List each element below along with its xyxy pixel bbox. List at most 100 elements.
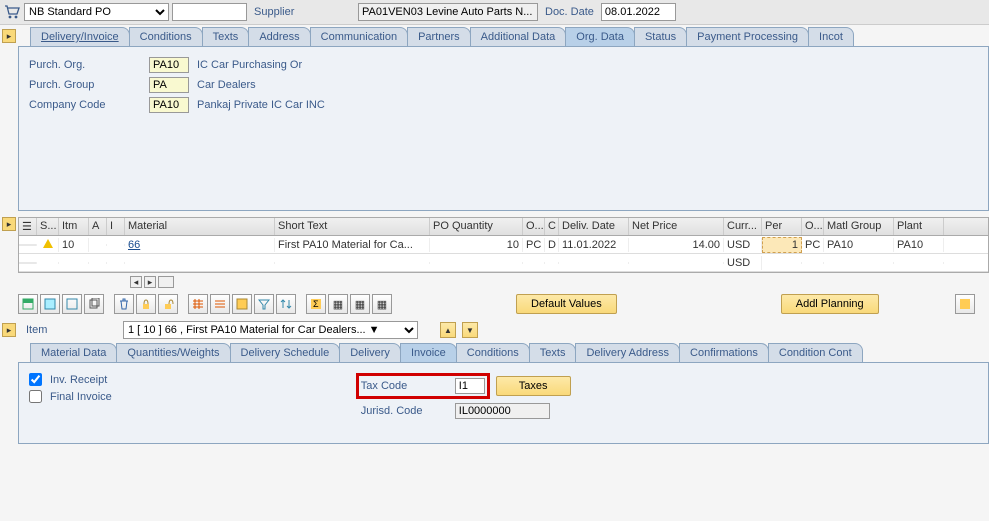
tab-item-conditions[interactable]: Conditions — [456, 343, 530, 362]
col-per[interactable]: Per — [762, 218, 802, 235]
inv-receipt-label: Inv. Receipt — [46, 374, 111, 386]
tab-address[interactable]: Address — [248, 27, 310, 46]
default-values-button[interactable]: Default Values — [516, 294, 617, 314]
final-invoice-checkbox-row[interactable]: Final Invoice — [29, 390, 116, 403]
col-status[interactable]: S... — [37, 218, 59, 235]
grid-scrollbar: ◂ ▸ — [0, 273, 989, 291]
tab-texts[interactable]: Texts — [202, 27, 250, 46]
grid-button-1[interactable] — [188, 294, 208, 314]
company-code-label: Company Code — [29, 99, 149, 111]
extra-button-2[interactable]: ▦ — [350, 294, 370, 314]
filter-button[interactable] — [254, 294, 274, 314]
col-ounit[interactable]: O... — [523, 218, 545, 235]
items-expand-button[interactable]: ▸ — [2, 217, 16, 231]
delete-button[interactable] — [114, 294, 134, 314]
unlock-button[interactable] — [158, 294, 178, 314]
org-data-panel: Purch. Org. IC Car Purchasing Or Purch. … — [18, 46, 989, 211]
inv-receipt-checkbox[interactable] — [29, 373, 42, 386]
tab-additional-data[interactable]: Additional Data — [470, 27, 567, 46]
header-tabs: Delivery/Invoice Conditions Texts Addres… — [30, 27, 989, 46]
item-detail-expand-button[interactable]: ▸ — [2, 323, 16, 337]
col-short-text[interactable]: Short Text — [275, 218, 430, 235]
item-prev-button[interactable]: ▲ — [440, 322, 456, 338]
tax-code-label: Tax Code — [361, 380, 449, 392]
doc-date-field[interactable] — [601, 3, 676, 21]
item-selector-dropdown[interactable]: 1 [ 10 ] 66 , First PA10 Material for Ca… — [123, 321, 418, 339]
extra-button-3[interactable]: ▦ — [372, 294, 392, 314]
inv-receipt-checkbox-row[interactable]: Inv. Receipt — [29, 373, 116, 386]
layout-button[interactable] — [232, 294, 252, 314]
grid-button-2[interactable] — [210, 294, 230, 314]
table-row[interactable]: USD — [19, 254, 988, 272]
tax-code-field[interactable] — [455, 378, 485, 394]
lock-button[interactable] — [136, 294, 156, 314]
col-deliv-date[interactable]: Deliv. Date — [559, 218, 629, 235]
company-code-field[interactable] — [149, 97, 189, 113]
tab-confirmations[interactable]: Confirmations — [679, 343, 769, 362]
col-curr[interactable]: Curr... — [724, 218, 762, 235]
tab-invoice[interactable]: Invoice — [400, 343, 457, 362]
deselect-button[interactable] — [62, 294, 82, 314]
scroll-track[interactable] — [158, 276, 174, 288]
col-matl-group[interactable]: Matl Group — [824, 218, 894, 235]
tab-conditions[interactable]: Conditions — [129, 27, 203, 46]
tab-delivery-address[interactable]: Delivery Address — [575, 343, 680, 362]
tab-condition-control[interactable]: Condition Cont — [768, 343, 863, 362]
tab-material-data[interactable]: Material Data — [30, 343, 117, 362]
item-selector-row: ▸ Item 1 [ 10 ] 66 , First PA10 Material… — [0, 317, 989, 343]
final-invoice-checkbox[interactable] — [29, 390, 42, 403]
settings-button[interactable] — [955, 294, 975, 314]
col-i[interactable]: I — [107, 218, 125, 235]
sum-button[interactable]: Σ — [306, 294, 326, 314]
extra-button-1[interactable]: ▦ — [328, 294, 348, 314]
svg-text:Σ: Σ — [313, 299, 319, 309]
tab-communication[interactable]: Communication — [310, 27, 408, 46]
tab-delivery-invoice[interactable]: Delivery/Invoice — [30, 27, 130, 46]
col-selector[interactable]: ☰ — [19, 218, 37, 235]
table-row[interactable]: 10 66 First PA10 Material for Ca... 10 P… — [19, 236, 988, 254]
col-itm[interactable]: Itm — [59, 218, 89, 235]
tab-partners[interactable]: Partners — [407, 27, 471, 46]
purch-group-field[interactable] — [149, 77, 189, 93]
purch-org-label: Purch. Org. — [29, 59, 149, 71]
addl-planning-button[interactable]: Addl Planning — [781, 294, 879, 314]
doc-date-label: Doc. Date — [541, 6, 598, 18]
item-label: Item — [22, 324, 117, 336]
col-ounit2[interactable]: O... — [802, 218, 824, 235]
grid-header: ☰ S... Itm A I Material Short Text PO Qu… — [19, 218, 988, 236]
tab-delivery-schedule[interactable]: Delivery Schedule — [230, 343, 341, 362]
copy-button[interactable] — [84, 294, 104, 314]
tab-delivery[interactable]: Delivery — [339, 343, 401, 362]
supplier-field[interactable] — [358, 3, 538, 21]
col-material[interactable]: Material — [125, 218, 275, 235]
taxes-button[interactable]: Taxes — [496, 376, 571, 396]
tab-incoterms[interactable]: Incot — [808, 27, 854, 46]
material-link[interactable]: 66 — [128, 239, 140, 251]
header-toolbar: NB Standard PO Supplier Doc. Date — [0, 0, 989, 25]
items-grid: ☰ S... Itm A I Material Short Text PO Qu… — [18, 217, 989, 273]
col-po-qty[interactable]: PO Quantity — [430, 218, 523, 235]
jurisd-code-field[interactable] — [455, 403, 550, 419]
company-code-desc: Pankaj Private IC Car INC — [197, 99, 325, 111]
cart-icon[interactable] — [3, 3, 21, 21]
scroll-right-button[interactable]: ▸ — [144, 276, 156, 288]
tab-payment-processing[interactable]: Payment Processing — [686, 27, 809, 46]
scroll-left-button[interactable]: ◂ — [130, 276, 142, 288]
select-all-button[interactable] — [40, 294, 60, 314]
col-net-price[interactable]: Net Price — [629, 218, 724, 235]
po-number-input[interactable] — [172, 3, 247, 21]
detail-button[interactable] — [18, 294, 38, 314]
item-next-button[interactable]: ▼ — [462, 322, 478, 338]
tab-org-data[interactable]: Org. Data — [565, 27, 635, 46]
col-c[interactable]: C — [545, 218, 559, 235]
tab-status[interactable]: Status — [634, 27, 687, 46]
per-cell-active[interactable]: 1 — [762, 237, 802, 253]
col-plant[interactable]: Plant — [894, 218, 944, 235]
po-type-dropdown[interactable]: NB Standard PO — [24, 3, 169, 21]
tab-item-texts[interactable]: Texts — [529, 343, 577, 362]
purch-org-field[interactable] — [149, 57, 189, 73]
tab-quantities-weights[interactable]: Quantities/Weights — [116, 343, 230, 362]
header-expand-button[interactable]: ▸ — [2, 29, 16, 43]
sort-button[interactable] — [276, 294, 296, 314]
col-a[interactable]: A — [89, 218, 107, 235]
